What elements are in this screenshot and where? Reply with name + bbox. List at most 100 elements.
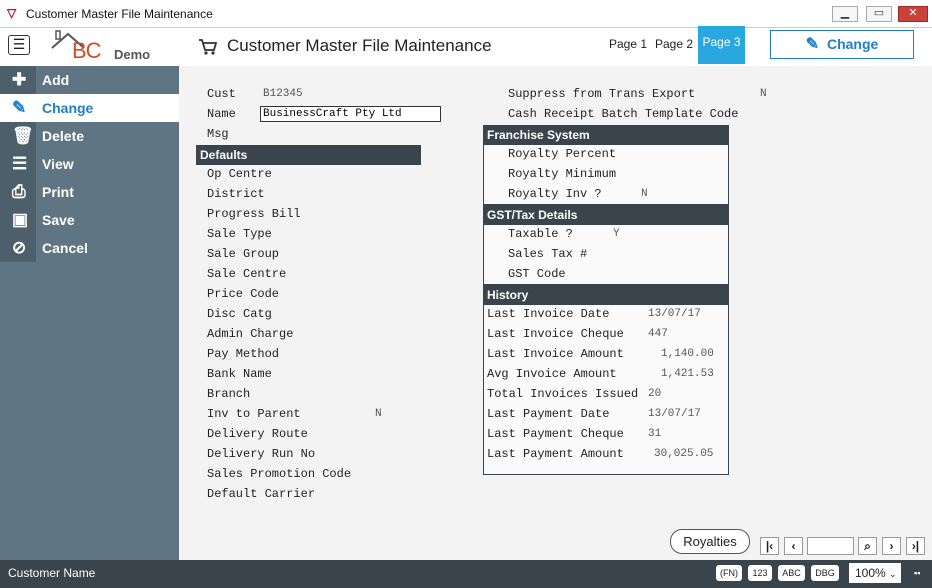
- status-bar: Customer Name (FN) 123 ABC DBG 100% ⌄ ▪▪: [0, 560, 932, 588]
- chevron-down-icon: ⌄: [889, 569, 897, 579]
- list-icon: ☰: [12, 154, 28, 173]
- defaults-field-label: Default Carrier: [207, 487, 316, 501]
- history-field-value[interactable]: 31: [648, 428, 661, 440]
- fn-button[interactable]: (FN): [716, 565, 742, 581]
- history-field-value[interactable]: 30,025.05: [654, 448, 713, 460]
- history-field-value[interactable]: 13/07/17: [648, 308, 701, 320]
- dbg-button[interactable]: DBG: [811, 565, 839, 581]
- logo-bc-text: BC: [72, 38, 102, 63]
- defaults-field-label: Sale Type: [207, 227, 272, 241]
- app-header: ☰ BC Demo Customer Master File Maintenan…: [0, 26, 932, 66]
- minimize-button[interactable]: ▁: [832, 6, 858, 22]
- defaults-field-value[interactable]: N: [375, 408, 382, 420]
- sidebar-item-save[interactable]: ▣ Save: [0, 206, 179, 234]
- last-page-button[interactable]: ›|: [906, 537, 925, 555]
- history-field-value[interactable]: 13/07/17: [648, 408, 701, 420]
- hamburger-menu-button[interactable]: ☰: [8, 35, 30, 55]
- history-field-label: Total Invoices Issued: [487, 387, 639, 401]
- first-page-icon: |‹: [765, 539, 774, 553]
- defaults-field-label: Op Centre: [207, 167, 272, 181]
- sidebar-item-cancel[interactable]: ⊘ Cancel: [0, 234, 179, 262]
- next-page-icon: ›: [889, 539, 894, 553]
- defaults-field-label: Branch: [207, 387, 251, 401]
- grip-icon[interactable]: ▪▪: [914, 569, 922, 578]
- tab-page-2[interactable]: Page 2: [653, 28, 695, 64]
- cart-icon: [199, 39, 218, 55]
- tab-page-1[interactable]: Page 1: [607, 28, 649, 64]
- sidebar-item-label: Save: [42, 212, 75, 228]
- search-button[interactable]: ⌕: [858, 537, 877, 555]
- zoom-value: 100%: [855, 566, 886, 580]
- numeric-button[interactable]: 123: [748, 565, 772, 581]
- title-bar: ▽ Customer Master File Maintenance ▁ ▭ ✕: [0, 0, 932, 28]
- franchise-field-label: Royalty Inv ?: [508, 187, 602, 201]
- gst-field-label: GST Code: [508, 267, 566, 281]
- maximize-button[interactable]: ▭: [866, 6, 892, 22]
- history-field-label: Last Payment Amount: [487, 447, 624, 461]
- sidebar-item-add[interactable]: ✚ Add: [0, 66, 179, 94]
- page-title: Customer Master File Maintenance: [227, 36, 492, 55]
- app-logo-icon: ▽: [7, 6, 17, 20]
- history-field-value[interactable]: 1,140.00: [661, 348, 714, 360]
- plus-icon: ✚: [12, 70, 27, 89]
- franchise-section-header: Franchise System: [483, 125, 729, 145]
- first-page-button[interactable]: |‹: [760, 537, 779, 555]
- sidebar-item-delete[interactable]: 🗑 Delete: [0, 122, 179, 150]
- trash-icon: 🗑: [12, 126, 34, 145]
- defaults-field-label: Admin Charge: [207, 327, 294, 341]
- sidebar-item-label: Cancel: [42, 240, 88, 256]
- sidebar-item-label: Change: [42, 100, 94, 116]
- abc-button[interactable]: ABC: [778, 565, 805, 581]
- history-field-label: Last Invoice Amount: [487, 347, 624, 361]
- status-label: Customer Name: [8, 566, 96, 580]
- defaults-field-label: Sale Centre: [207, 267, 287, 281]
- search-icon: ⌕: [864, 539, 871, 553]
- history-field-value[interactable]: 20: [648, 388, 661, 400]
- name-field[interactable]: [260, 106, 441, 122]
- defaults-section-header: Defaults: [196, 145, 421, 165]
- cancel-icon: ⊘: [12, 238, 27, 257]
- printer-icon: ⎙: [12, 182, 26, 201]
- cust-value: B12345: [263, 88, 303, 100]
- window-title: Customer Master File Maintenance: [26, 7, 213, 21]
- sidebar-item-print[interactable]: ⎙ Print: [0, 178, 179, 206]
- gst-field-label: Sales Tax #: [508, 247, 588, 261]
- zoom-select[interactable]: 100% ⌄: [849, 563, 901, 583]
- prev-page-button[interactable]: ‹: [784, 537, 803, 555]
- sidebar-item-label: Delete: [42, 128, 85, 144]
- sidebar-item-label: View: [42, 156, 74, 172]
- history-section-header: History: [483, 285, 729, 305]
- prev-page-icon: ‹: [791, 539, 796, 553]
- history-field-value[interactable]: 447: [648, 328, 668, 340]
- sidebar-item-change[interactable]: ✎ Change: [0, 94, 179, 122]
- businesscraft-logo: BC Demo: [50, 30, 170, 64]
- pencil-icon: ✎: [805, 36, 820, 53]
- franchise-field-value[interactable]: N: [641, 188, 648, 200]
- sidebar-item-view[interactable]: ☰ View: [0, 150, 179, 178]
- history-field-value[interactable]: 1,421.53: [661, 368, 714, 380]
- defaults-field-label: Progress Bill: [207, 207, 301, 221]
- close-button[interactable]: ✕: [898, 6, 928, 22]
- sidebar-item-label: Add: [42, 72, 70, 88]
- record-search-input[interactable]: [807, 537, 854, 555]
- defaults-field-label: Sale Group: [207, 247, 280, 261]
- gst-field-label: Taxable ?: [508, 227, 573, 241]
- pencil-icon: ✎: [12, 98, 27, 117]
- gst-field-value[interactable]: Y: [613, 228, 620, 240]
- defaults-field-label: Delivery Run No: [207, 447, 316, 461]
- gst-section-header: GST/Tax Details: [483, 205, 729, 225]
- history-field-label: Last Payment Date: [487, 407, 610, 421]
- defaults-field-label: Sales Promotion Code: [207, 467, 352, 481]
- defaults-field-label: Price Code: [207, 287, 280, 301]
- sidebar-item-label: Print: [42, 184, 74, 200]
- defaults-field-label: District: [207, 187, 265, 201]
- change-mode-button[interactable]: ✎ Change: [770, 30, 914, 59]
- next-page-button[interactable]: ›: [882, 537, 901, 555]
- royalties-button[interactable]: Royalties: [670, 529, 750, 554]
- floppy-icon: ▣: [12, 210, 29, 229]
- msg-label: Msg: [207, 127, 229, 141]
- history-field-label: Last Invoice Cheque: [487, 327, 624, 341]
- cust-label: Cust: [207, 87, 236, 101]
- logo-demo-text: Demo: [114, 47, 151, 62]
- tab-page-3[interactable]: Page 3: [698, 26, 745, 64]
